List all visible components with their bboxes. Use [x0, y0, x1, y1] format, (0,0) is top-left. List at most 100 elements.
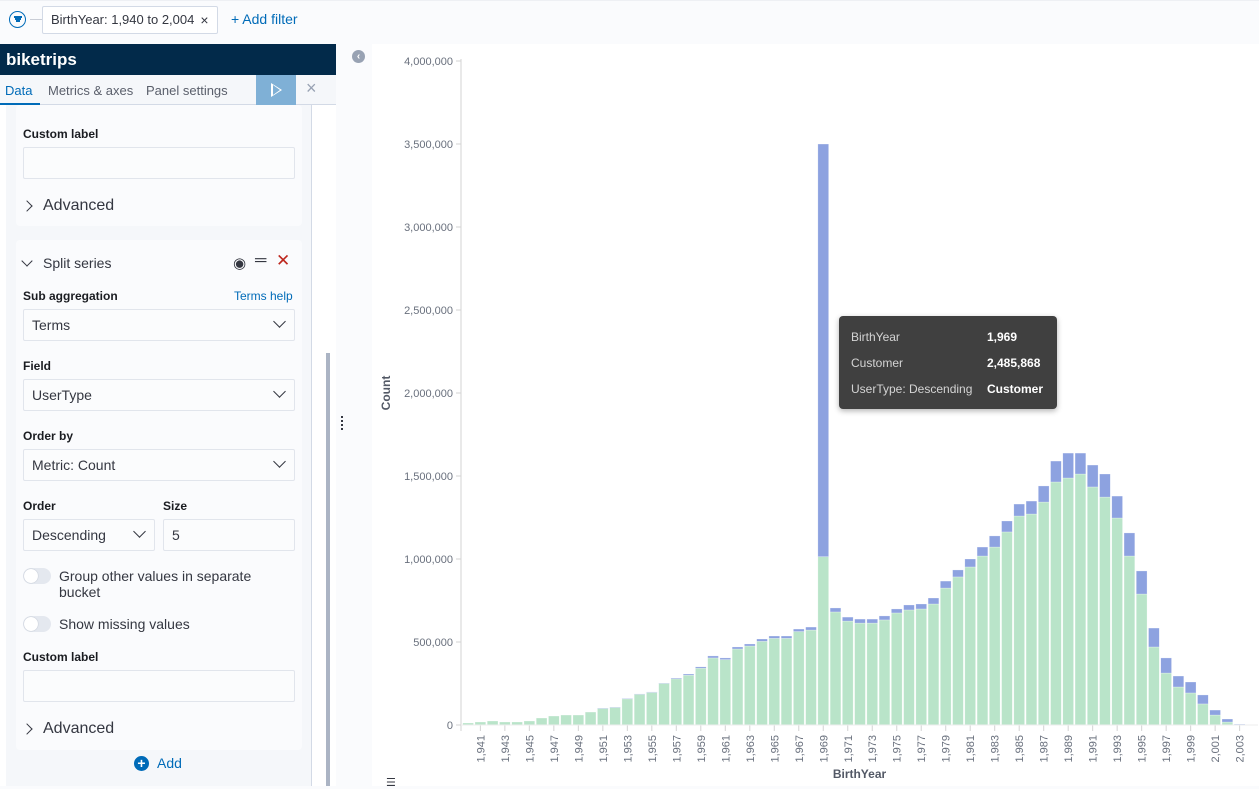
- drag-handle-icon[interactable]: ═: [255, 252, 266, 270]
- bar-customer-1976: [903, 604, 915, 611]
- x-tick-label: 1,991: [1088, 735, 1100, 763]
- apply-changes-button[interactable]: [256, 75, 296, 105]
- bar-subscriber-1968: [805, 629, 817, 726]
- discard-icon[interactable]: ×: [306, 78, 317, 99]
- custom-label-input[interactable]: [23, 670, 295, 702]
- x-tick-label: 1,993: [1112, 735, 1124, 763]
- x-tick-label: 1,989: [1063, 735, 1075, 763]
- size-label: Size: [163, 499, 188, 513]
- bar-subscriber-1971: [842, 620, 854, 726]
- custom-label-input[interactable]: [23, 147, 295, 179]
- filter-menu-icon[interactable]: [9, 11, 26, 28]
- field-value: UserType: [32, 387, 92, 403]
- bar-customer-1962: [731, 646, 744, 650]
- size-input[interactable]: 5: [163, 519, 295, 551]
- x-tick-label: 1,945: [524, 735, 536, 763]
- x-tick-label: 1,995: [1137, 735, 1149, 763]
- tooltip-key: Customer: [851, 356, 904, 370]
- bar-subscriber-1970: [829, 611, 842, 726]
- remove-aggregation-icon[interactable]: ✕: [276, 251, 290, 271]
- index-pattern-title: biketrips: [0, 44, 336, 75]
- bar-subscriber-1993: [1111, 517, 1123, 726]
- bar-customer-1954: [633, 693, 646, 695]
- bar-subscriber-1957: [670, 678, 682, 726]
- chevron-down-icon: [273, 385, 286, 398]
- order-select[interactable]: Descending: [23, 519, 155, 551]
- filter-bar: BirthYear: 1,940 to 2,004 × + Add filter: [0, 0, 1259, 44]
- bar-customer-1955: [646, 691, 658, 693]
- bar-subscriber-1955: [646, 692, 658, 726]
- bar-subscriber-1980: [952, 576, 964, 726]
- bar-customer-1958: [682, 673, 695, 676]
- bar-customer-1984: [1001, 520, 1013, 533]
- bar-subscriber-1992: [1099, 496, 1111, 726]
- tab-panel-settings[interactable]: Panel settings: [146, 83, 228, 98]
- x-tick-label: 1,973: [867, 735, 879, 763]
- remove-filter-icon[interactable]: ×: [200, 7, 208, 33]
- bar-customer-1975: [891, 608, 903, 614]
- x-tick-label: 1,985: [1014, 735, 1026, 763]
- x-tick-label: 1,943: [500, 735, 512, 763]
- tab-metrics-axes[interactable]: Metrics & axes: [48, 83, 133, 98]
- eye-icon[interactable]: ◉: [233, 254, 246, 272]
- split-series-toggle[interactable]: Split series: [21, 254, 111, 271]
- x-tick-label: 1,951: [598, 735, 610, 763]
- y-tick-label: 0: [447, 720, 453, 732]
- bar-customer-1974: [878, 615, 891, 621]
- advanced-toggle[interactable]: Advanced: [21, 720, 114, 738]
- show-missing-toggle[interactable]: [23, 616, 51, 632]
- collapse-sidebar-icon[interactable]: ‹: [352, 50, 365, 63]
- order-by-value: Metric: Count: [32, 457, 116, 473]
- add-aggregation-button[interactable]: + Add: [134, 755, 182, 771]
- bar-customer-1951: [597, 707, 609, 709]
- bar-customer-1998: [1172, 675, 1185, 688]
- order-by-select[interactable]: Metric: Count: [23, 449, 295, 481]
- bar-customer-1964: [756, 638, 768, 642]
- sidebar-scrollbar[interactable]: [326, 353, 330, 786]
- bar-subscriber-1967: [793, 631, 805, 726]
- bar-customer-2000: [1197, 694, 1209, 705]
- bar-customer-1967: [793, 628, 805, 632]
- resize-handle[interactable]: [341, 416, 343, 430]
- bucket-card: Custom label Advanced: [16, 105, 302, 226]
- legend-toggle-icon[interactable]: ☰: [386, 776, 396, 789]
- bar-customer-1971: [842, 616, 854, 622]
- sub-aggregation-select[interactable]: Terms: [23, 309, 295, 341]
- add-filter-button[interactable]: + Add filter: [231, 11, 298, 27]
- bar-subscriber-1976: [903, 609, 915, 726]
- bar-customer-1960: [707, 655, 719, 659]
- terms-help-link[interactable]: Terms help: [234, 289, 293, 303]
- editor-tabs: Data Metrics & axes Panel settings ×: [0, 75, 336, 105]
- advanced-toggle[interactable]: Advanced: [21, 197, 114, 215]
- bar-customer-1966: [780, 635, 793, 639]
- bar-customer-1972: [854, 618, 866, 624]
- x-tick-label: 1,983: [990, 735, 1002, 763]
- x-tick-label: 1,977: [916, 735, 928, 763]
- bar-customer-1957: [670, 677, 682, 680]
- bar-customer-1952: [609, 706, 621, 708]
- bar-customer-2001: [1209, 709, 1221, 716]
- field-label: Field: [23, 359, 52, 373]
- bar-customer-1968: [805, 626, 817, 631]
- group-other-toggle[interactable]: [23, 568, 51, 584]
- bar-customer-1983: [989, 535, 1001, 548]
- bar-customer-1979: [940, 580, 952, 589]
- x-tick-label: 1,997: [1161, 735, 1173, 763]
- bar-subscriber-2001: [1209, 714, 1221, 726]
- custom-label-heading: Custom label: [23, 650, 99, 664]
- tab-data[interactable]: Data: [5, 83, 32, 98]
- chevron-down-icon: [21, 254, 33, 267]
- filter-pill-birthyear[interactable]: BirthYear: 1,940 to 2,004 ×: [42, 6, 218, 34]
- bar-subscriber-1979: [940, 587, 952, 726]
- bar-subscriber-1947: [548, 715, 560, 726]
- bar-subscriber-1975: [891, 612, 903, 726]
- bar-subscriber-1974: [878, 619, 891, 726]
- x-tick-label: 1,971: [843, 735, 855, 763]
- bar-subscriber-1989: [1062, 477, 1074, 726]
- bar-customer-1963: [744, 643, 756, 647]
- x-tick-label: 2,001: [1210, 735, 1222, 763]
- bar-subscriber-1942: [486, 720, 499, 726]
- bar-customer-1986: [1025, 500, 1038, 515]
- bar-customer-1961: [719, 657, 731, 660]
- field-select[interactable]: UserType: [23, 379, 295, 411]
